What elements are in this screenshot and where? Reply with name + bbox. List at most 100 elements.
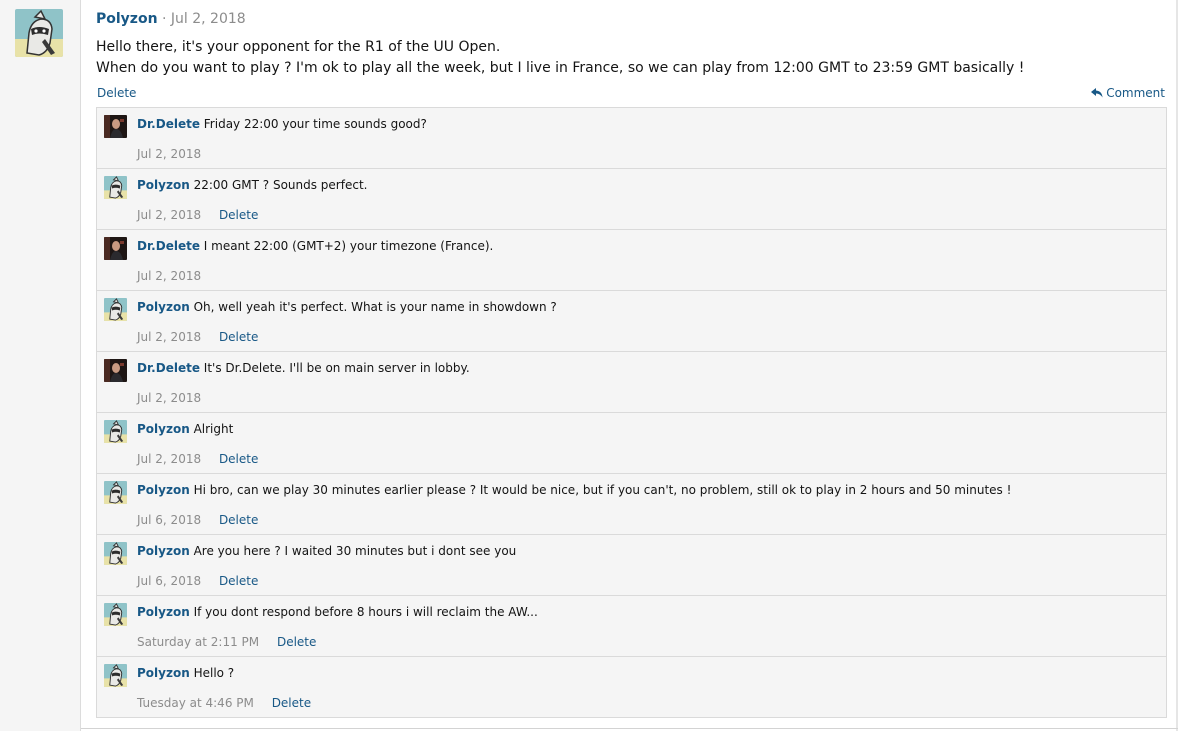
comment-avatar[interactable] <box>104 298 127 321</box>
reply-arrow-icon <box>1091 88 1103 98</box>
comment-date[interactable]: Jul 2, 2018 <box>137 391 201 405</box>
comment-avatar[interactable] <box>104 542 127 565</box>
post-date[interactable]: Jul 2, 2018 <box>171 11 246 27</box>
comment-date[interactable]: Jul 6, 2018 <box>137 574 201 588</box>
comment-author-link[interactable]: Polyzon <box>137 544 190 558</box>
comment-meta: Jul 2, 2018 Delete <box>137 329 258 345</box>
polyzon-avatar-icon <box>104 298 127 321</box>
comment-line: Polyzon Oh, well yeah it's perfect. What… <box>137 299 557 316</box>
comment-line: Dr.Delete I meant 22:00 (GMT+2) your tim… <box>137 238 493 255</box>
polyzon-avatar-icon <box>15 9 63 57</box>
comment-avatar[interactable] <box>104 359 127 382</box>
comment-line: Polyzon If you dont respond before 8 hou… <box>137 604 538 621</box>
comment-delete-link[interactable]: Delete <box>219 330 258 344</box>
comment-delete-link[interactable]: Delete <box>219 452 258 466</box>
comment-avatar[interactable] <box>104 176 127 199</box>
comment-meta: Saturday at 2:11 PM Delete <box>137 634 316 650</box>
comment-text: I meant 22:00 (GMT+2) your timezone (Fra… <box>203 239 494 253</box>
comment-item: Dr.Delete I meant 22:00 (GMT+2) your tim… <box>97 230 1166 291</box>
post-body: Hello there, it's your opponent for the … <box>96 37 1024 79</box>
comment-avatar[interactable] <box>104 420 127 443</box>
header-separator: · <box>162 11 167 27</box>
comment-avatar[interactable] <box>104 115 127 138</box>
post-body-line: Hello there, it's your opponent for the … <box>96 39 501 55</box>
comment-text: Hi bro, can we play 30 minutes earlier p… <box>193 483 1012 497</box>
comment-meta: Jul 2, 2018 Delete <box>137 207 258 223</box>
comment-avatar[interactable] <box>104 237 127 260</box>
comment-line: Polyzon Alright <box>137 421 233 438</box>
avatar[interactable] <box>15 9 63 57</box>
comment-author-link[interactable]: Polyzon <box>137 605 190 619</box>
comment-date[interactable]: Jul 2, 2018 <box>137 269 201 283</box>
comment-label: Comment <box>1106 86 1165 100</box>
comment-delete-link[interactable]: Delete <box>219 574 258 588</box>
comment-text: If you dont respond before 8 hours i wil… <box>193 605 538 619</box>
comment-date[interactable]: Jul 2, 2018 <box>137 452 201 466</box>
comment-item: Polyzon Are you here ? I waited 30 minut… <box>97 535 1166 596</box>
polyzon-avatar-icon <box>104 542 127 565</box>
comment-meta: Jul 6, 2018 Delete <box>137 512 258 528</box>
comment-meta: Jul 6, 2018 Delete <box>137 573 258 589</box>
comment-date[interactable]: Tuesday at 4:46 PM <box>137 696 254 710</box>
comment-item: Dr.Delete Friday 22:00 your time sounds … <box>97 108 1166 169</box>
comment-meta: Jul 2, 2018 <box>137 146 201 162</box>
comment-delete-link[interactable]: Delete <box>272 696 311 710</box>
comment-text: Are you here ? I waited 30 minutes but i… <box>193 544 517 558</box>
polyzon-avatar-icon <box>104 481 127 504</box>
comments-list: Dr.Delete Friday 22:00 your time sounds … <box>96 107 1167 718</box>
comment-author-link[interactable]: Polyzon <box>137 300 190 314</box>
comment-author-link[interactable]: Dr.Delete <box>137 117 200 131</box>
comment-line: Dr.Delete It's Dr.Delete. I'll be on mai… <box>137 360 470 377</box>
comment-item: Polyzon Hi bro, can we play 30 minutes e… <box>97 474 1166 535</box>
polyzon-avatar-icon <box>104 176 127 199</box>
comment-author-link[interactable]: Polyzon <box>137 178 190 192</box>
comment-date[interactable]: Jul 2, 2018 <box>137 330 201 344</box>
comment-line: Polyzon 22:00 GMT ? Sounds perfect. <box>137 177 367 194</box>
comment-item: Polyzon If you dont respond before 8 hou… <box>97 596 1166 657</box>
bottom-divider <box>81 728 1178 729</box>
comment-avatar[interactable] <box>104 481 127 504</box>
drdelete-avatar-icon <box>104 237 127 260</box>
post-body-line: When do you want to play ? I'm ok to pla… <box>96 60 1025 76</box>
comment-item: Polyzon 22:00 GMT ? Sounds perfect. Jul … <box>97 169 1166 230</box>
comment-line: Polyzon Are you here ? I waited 30 minut… <box>137 543 516 560</box>
polyzon-avatar-icon <box>104 603 127 626</box>
comment-text: 22:00 GMT ? Sounds perfect. <box>193 178 368 192</box>
comment-line: Polyzon Hello ? <box>137 665 234 682</box>
comment-delete-link[interactable]: Delete <box>219 208 258 222</box>
drdelete-avatar-icon <box>104 359 127 382</box>
comment-text: It's Dr.Delete. I'll be on main server i… <box>203 361 470 375</box>
comment-avatar[interactable] <box>104 603 127 626</box>
comment-text: Hello ? <box>193 666 235 680</box>
post-author-link[interactable]: Polyzon <box>96 11 158 27</box>
comment-author-link[interactable]: Polyzon <box>137 666 190 680</box>
polyzon-avatar-icon <box>104 664 127 687</box>
post-delete-link[interactable]: Delete <box>97 85 136 101</box>
comment-delete-link[interactable]: Delete <box>277 635 316 649</box>
comment-date[interactable]: Saturday at 2:11 PM <box>137 635 259 649</box>
comment-author-link[interactable]: Polyzon <box>137 483 190 497</box>
drdelete-avatar-icon <box>104 115 127 138</box>
post-header: Polyzon · Jul 2, 2018 <box>96 10 246 29</box>
comment-avatar[interactable] <box>104 664 127 687</box>
comment-item: Dr.Delete It's Dr.Delete. I'll be on mai… <box>97 352 1166 413</box>
comment-button[interactable]: Comment <box>1091 85 1165 101</box>
comment-author-link[interactable]: Dr.Delete <box>137 361 200 375</box>
comment-author-link[interactable]: Dr.Delete <box>137 239 200 253</box>
comment-date[interactable]: Jul 6, 2018 <box>137 513 201 527</box>
comment-meta: Tuesday at 4:46 PM Delete <box>137 695 311 711</box>
comment-line: Dr.Delete Friday 22:00 your time sounds … <box>137 116 427 133</box>
comment-meta: Jul 2, 2018 <box>137 390 201 406</box>
comment-item: Polyzon Alright Jul 2, 2018 Delete <box>97 413 1166 474</box>
comment-meta: Jul 2, 2018 Delete <box>137 451 258 467</box>
comment-text: Friday 22:00 your time sounds good? <box>203 117 427 131</box>
polyzon-avatar-icon <box>104 420 127 443</box>
comment-date[interactable]: Jul 2, 2018 <box>137 208 201 222</box>
comment-meta: Jul 2, 2018 <box>137 268 201 284</box>
comment-author-link[interactable]: Polyzon <box>137 422 190 436</box>
comment-line: Polyzon Hi bro, can we play 30 minutes e… <box>137 482 1011 499</box>
comment-text: Alright <box>193 422 234 436</box>
comment-date[interactable]: Jul 2, 2018 <box>137 147 201 161</box>
comment-item: Polyzon Hello ? Tuesday at 4:46 PM Delet… <box>97 657 1166 718</box>
comment-delete-link[interactable]: Delete <box>219 513 258 527</box>
